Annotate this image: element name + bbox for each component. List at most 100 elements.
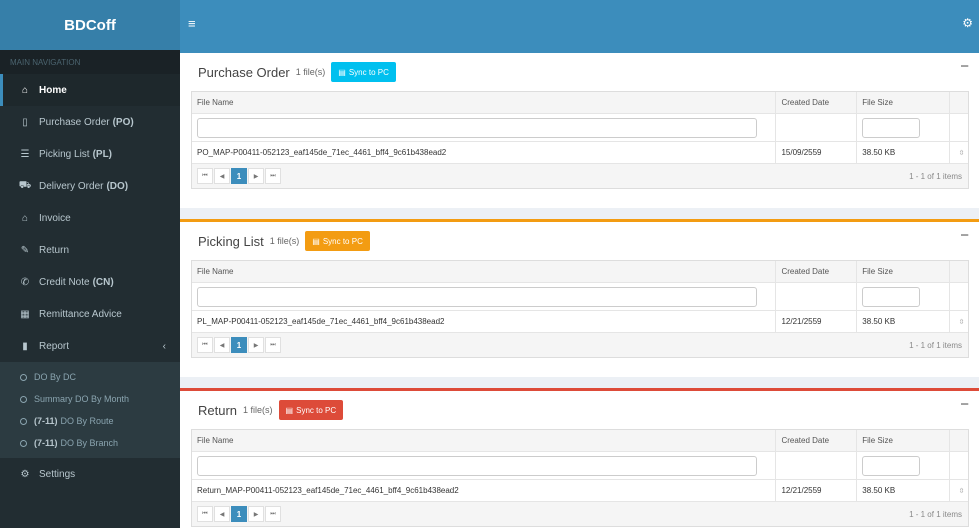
sidebar-item-label: Report — [39, 340, 70, 352]
sidebar-item-remittance-advice[interactable]: ▦ Remittance Advice — [0, 298, 180, 330]
submenu-do-by-dc[interactable]: DO By DC — [0, 366, 180, 388]
sidebar-item-credit-note[interactable]: ✆ Credit Note (CN) — [0, 266, 180, 298]
sidebar-item-return[interactable]: ✎ Return — [0, 234, 180, 266]
sidebar-item-purchase-order[interactable]: ▯ Purchase Order (PO) — [0, 106, 180, 138]
grid-header: File Name Created Date File Size — [192, 430, 968, 452]
file-name-filter-input[interactable] — [197, 455, 757, 476]
sidebar-item-suffix: (PL) — [92, 148, 113, 160]
first-page-icon[interactable]: ⏮ — [197, 506, 213, 522]
file-name-filter-input[interactable] — [197, 286, 757, 307]
file-size-filter-input[interactable] — [862, 117, 921, 138]
gears-icon: ⚙ — [20, 468, 30, 480]
sidebar-item-settings[interactable]: ⚙ Settings — [0, 458, 180, 490]
bank-icon: ⌂ — [21, 212, 29, 224]
prev-page-icon[interactable]: ◀ — [214, 168, 230, 184]
col-file-name[interactable]: File Name — [192, 430, 775, 451]
picking-list-box: Picking List 1 file(s) ▤ Sync to PC − Fi… — [180, 219, 979, 377]
file-size-filter-input[interactable] — [862, 455, 921, 476]
cell-file-name[interactable]: Return_MAP-P00411-052123_eaf145de_71ec_4… — [192, 480, 775, 501]
sidebar-item-home[interactable]: ⌂ Home — [0, 74, 180, 106]
col-file-size[interactable]: File Size — [856, 261, 949, 282]
collapse-icon[interactable]: − — [960, 227, 969, 244]
col-file-size[interactable]: File Size — [856, 92, 949, 113]
filter-cell-empty — [949, 114, 968, 141]
col-spacer — [949, 430, 968, 451]
circle-icon — [20, 439, 27, 447]
sidebar-item-delivery-order[interactable]: ⛟ Delivery Order (DO) — [0, 170, 180, 202]
prev-page-icon[interactable]: ◀ — [214, 337, 230, 353]
collapse-icon[interactable]: − — [960, 396, 969, 413]
sidebar-item-report[interactable]: ▮ Report ‹ — [0, 330, 180, 362]
main-content: Purchase Order 1 file(s) ▤ Sync to PC − … — [180, 50, 979, 528]
filter-cell-empty — [775, 283, 856, 310]
pager: ⏮ ◀ 1 ▶ ⏭ 1 - 1 of 1 items — [192, 164, 968, 188]
col-file-size[interactable]: File Size — [856, 430, 949, 451]
grid-filter-row — [192, 452, 968, 480]
grid-header: File Name Created Date File Size — [192, 261, 968, 283]
cell-created-date: 12/21/2559 — [775, 480, 856, 501]
file-count: 1 file(s) — [295, 67, 326, 77]
file-name-filter-input[interactable] — [197, 117, 757, 138]
next-page-icon[interactable]: ▶ — [248, 168, 264, 184]
top-navbar: ≡ ⚙ — [180, 0, 979, 50]
submenu-summary-do-by-month[interactable]: Summary DO By Month — [0, 388, 180, 410]
col-created-date[interactable]: Created Date — [775, 261, 856, 282]
circle-icon — [20, 373, 27, 381]
file-grid: File Name Created Date File Size Return_… — [191, 429, 969, 527]
filter-cell-empty — [949, 452, 968, 479]
next-page-icon[interactable]: ▶ — [248, 337, 264, 353]
page-number-button[interactable]: 1 — [231, 506, 247, 522]
table-row[interactable]: Return_MAP-P00411-052123_eaf145de_71ec_4… — [192, 480, 968, 502]
filter-cell — [856, 283, 949, 310]
sidebar-item-picking-list[interactable]: ☰ Picking List (PL) — [0, 138, 180, 170]
file-icon: ▯ — [22, 116, 28, 128]
app-logo[interactable]: BDCoff — [0, 0, 180, 50]
settings-gear-icon[interactable]: ⚙ — [962, 16, 973, 30]
box-title: Return — [198, 402, 238, 418]
database-icon: ▤ — [312, 236, 320, 246]
prev-page-icon[interactable]: ◀ — [214, 506, 230, 522]
hamburger-icon[interactable]: ≡ — [188, 16, 196, 31]
col-created-date[interactable]: Created Date — [775, 430, 856, 451]
submenu-do-by-branch[interactable]: (7-11) DO By Branch — [0, 432, 180, 454]
submenu-prefix: (7-11) — [34, 416, 58, 426]
cell-file-name[interactable]: PL_MAP-P00411-052123_eaf145de_71ec_4461_… — [192, 311, 775, 332]
database-icon: ▤ — [338, 67, 346, 77]
file-size-filter-input[interactable] — [862, 286, 921, 307]
filter-cell — [192, 114, 775, 141]
submenu-label: Summary DO By Month — [34, 394, 130, 404]
sync-to-pc-button[interactable]: ▤ Sync to PC — [305, 231, 370, 251]
sync-to-pc-button[interactable]: ▤ Sync to PC — [278, 400, 344, 420]
collapse-icon[interactable]: − — [960, 58, 969, 75]
last-page-icon[interactable]: ⏭ — [265, 337, 281, 353]
scroll-arrows-icon[interactable]: ⇳ — [949, 480, 968, 501]
next-page-icon[interactable]: ▶ — [248, 506, 264, 522]
cell-file-size: 38.50 KB — [856, 311, 949, 332]
box-header: Purchase Order 1 file(s) ▤ Sync to PC — [191, 53, 979, 91]
sync-to-pc-button[interactable]: ▤ Sync to PC — [331, 62, 396, 82]
table-row[interactable]: PL_MAP-P00411-052123_eaf145de_71ec_4461_… — [192, 311, 968, 333]
table-row[interactable]: PO_MAP-P00411-052123_eaf145de_71ec_4461_… — [192, 142, 968, 164]
sidebar-item-invoice[interactable]: ⌂ Invoice — [0, 202, 180, 234]
last-page-icon[interactable]: ⏭ — [265, 506, 281, 522]
scroll-arrows-icon[interactable]: ⇳ — [949, 311, 968, 332]
edit-icon: ✎ — [20, 244, 30, 256]
last-page-icon[interactable]: ⏭ — [265, 168, 281, 184]
scroll-arrows-icon[interactable]: ⇳ — [949, 142, 968, 163]
sidebar-item-label: Settings — [39, 468, 76, 480]
filter-cell-empty — [775, 114, 856, 141]
sidebar-item-label: Home — [39, 84, 67, 96]
first-page-icon[interactable]: ⏮ — [197, 337, 213, 353]
submenu-do-by-route[interactable]: (7-11) DO By Route — [0, 410, 180, 432]
pager: ⏮ ◀ 1 ▶ ⏭ 1 - 1 of 1 items — [192, 502, 968, 526]
col-created-date[interactable]: Created Date — [775, 92, 856, 113]
cell-file-name[interactable]: PO_MAP-P00411-052123_eaf145de_71ec_4461_… — [192, 142, 775, 163]
first-page-icon[interactable]: ⏮ — [197, 168, 213, 184]
file-count: 1 file(s) — [243, 405, 273, 415]
col-file-name[interactable]: File Name — [192, 261, 775, 282]
page-number-button[interactable]: 1 — [231, 168, 247, 184]
filter-cell-empty — [775, 452, 856, 479]
page-number-button[interactable]: 1 — [231, 337, 247, 353]
col-file-name[interactable]: File Name — [192, 92, 775, 113]
file-grid: File Name Created Date File Size PL_MAP-… — [191, 260, 969, 358]
